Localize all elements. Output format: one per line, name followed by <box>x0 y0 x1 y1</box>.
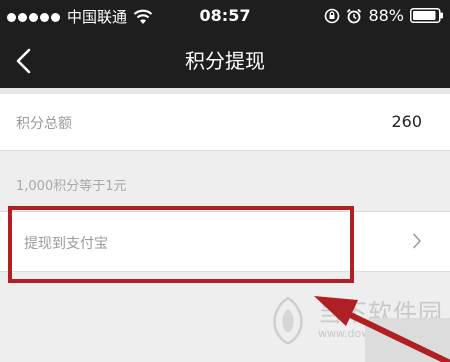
highlight-box <box>8 206 354 283</box>
battery-icon <box>410 8 443 23</box>
points-total-row: 积分总额 260 <box>0 94 450 151</box>
rotation-lock-icon <box>325 8 340 23</box>
chevron-right-icon <box>413 233 421 249</box>
navigation-bar: 积分提现 <box>0 34 450 88</box>
status-right: 88% <box>324 6 444 25</box>
points-total-value: 260 <box>391 112 422 131</box>
exchange-rate-text: 1,000积分等于1元 <box>16 179 127 194</box>
alarm-icon <box>347 8 362 23</box>
status-bar: 中国联通 08:57 88% <box>0 0 450 34</box>
annotation-arrow <box>314 296 450 362</box>
battery-percent: 88% <box>368 6 404 25</box>
points-total-label: 积分总额 <box>16 116 72 132</box>
page-title: 积分提现 <box>185 49 265 73</box>
